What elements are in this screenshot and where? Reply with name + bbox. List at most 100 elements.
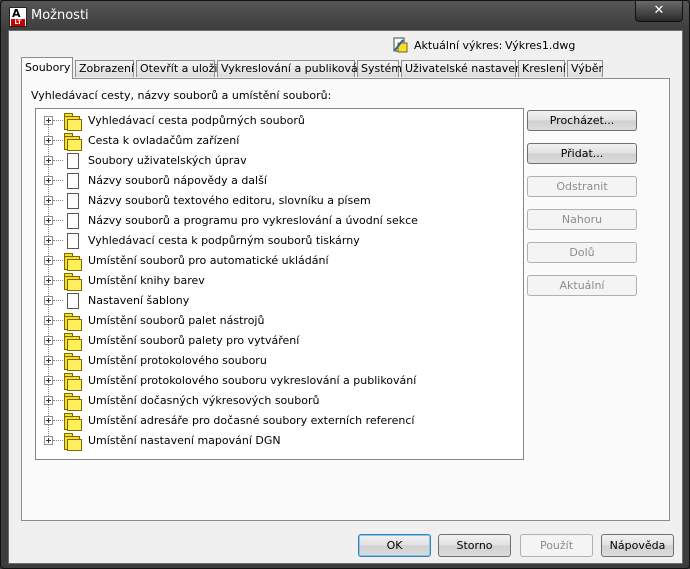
tree-connector bbox=[53, 260, 63, 261]
tree-item[interactable]: Názvy souborů textového editoru, slovník… bbox=[36, 191, 523, 211]
folder-icon bbox=[63, 352, 82, 371]
expand-icon[interactable] bbox=[44, 436, 53, 445]
expand-icon[interactable] bbox=[44, 116, 53, 125]
move-up-button[interactable]: Nahoru bbox=[527, 209, 637, 230]
tab-soubory[interactable]: Soubory bbox=[21, 57, 73, 79]
tree-item[interactable]: Umístění knihy barev bbox=[36, 271, 523, 291]
tree-item-label: Umístění souborů palety pro vytváření bbox=[88, 334, 300, 347]
tree-item[interactable]: Umístění protokolového souboru vykreslov… bbox=[36, 371, 523, 391]
tree-connector bbox=[53, 420, 63, 421]
document-icon bbox=[63, 292, 81, 310]
tree-item[interactable]: Umístění souborů pro automatické ukládán… bbox=[36, 251, 523, 271]
folder-icon bbox=[63, 372, 82, 391]
tree-connector bbox=[53, 340, 63, 341]
tree-connector bbox=[53, 120, 63, 121]
tree-item-label: Názvy souborů nápovědy a další bbox=[88, 174, 267, 187]
tab-otevrit-a-ulozit[interactable]: Otevřít a uložit bbox=[136, 60, 222, 77]
tree-item-label: Umístění protokolového souboru bbox=[88, 354, 267, 367]
expand-icon[interactable] bbox=[44, 356, 53, 365]
document-icon bbox=[63, 172, 81, 190]
tree-item[interactable]: Názvy souborů a programu pro vykreslován… bbox=[36, 211, 523, 231]
expand-icon[interactable] bbox=[44, 296, 53, 305]
expand-icon[interactable] bbox=[44, 196, 53, 205]
tree-connector bbox=[53, 220, 63, 221]
close-icon: ✕ bbox=[653, 3, 665, 18]
tree-item[interactable]: Umístění souborů palety pro vytváření bbox=[36, 331, 523, 351]
file-paths-tree[interactable]: Vyhledávací cesta podpůrných souborů Cest… bbox=[35, 108, 524, 460]
window-title: Možnosti bbox=[31, 8, 89, 23]
document-icon bbox=[63, 232, 81, 250]
tree-item-label: Vyhledávací cesta k podpůrným souborů ti… bbox=[88, 234, 360, 247]
expand-icon[interactable] bbox=[44, 156, 53, 165]
tree-item[interactable]: Umístění nastavení mapování DGN bbox=[36, 431, 523, 451]
files-section-label: Vyhledávací cesty, názvy souborů a umíst… bbox=[31, 89, 332, 102]
set-current-button[interactable]: Aktuální bbox=[527, 275, 637, 296]
tree-item[interactable]: Umístění adresáře pro dočasné soubory ex… bbox=[36, 411, 523, 431]
drawing-icon bbox=[393, 37, 408, 53]
tab-vyber[interactable]: Výběr bbox=[567, 60, 603, 77]
expand-icon[interactable] bbox=[44, 316, 53, 325]
tree-connector bbox=[53, 160, 63, 161]
expand-icon[interactable] bbox=[44, 236, 53, 245]
tree-connector bbox=[53, 300, 63, 301]
expand-icon[interactable] bbox=[44, 396, 53, 405]
close-button[interactable]: ✕ bbox=[635, 1, 683, 22]
tree-item-label: Umístění souborů palet nástrojů bbox=[88, 314, 265, 327]
ok-button[interactable]: OK bbox=[358, 534, 431, 557]
tree-item[interactable]: Názvy souborů nápovědy a další bbox=[36, 171, 523, 191]
help-button[interactable]: Nápověda bbox=[601, 534, 674, 557]
current-drawing-label: Aktuální výkres: bbox=[414, 39, 503, 52]
tree-connector bbox=[53, 400, 63, 401]
folder-icon bbox=[63, 252, 82, 271]
tree-item[interactable]: Umístění protokolového souboru bbox=[36, 351, 523, 371]
folder-icon bbox=[63, 312, 82, 331]
tree-connector bbox=[53, 200, 63, 201]
document-icon bbox=[63, 152, 81, 170]
folder-icon bbox=[63, 332, 82, 351]
expand-icon[interactable] bbox=[44, 136, 53, 145]
tree-item[interactable]: Soubory uživatelských úprav bbox=[36, 151, 523, 171]
expand-icon[interactable] bbox=[44, 336, 53, 345]
tree-item[interactable]: Umístění dočasných výkresových souborů bbox=[36, 391, 523, 411]
tab-system[interactable]: Systém bbox=[357, 60, 402, 77]
folder-icon bbox=[63, 272, 82, 291]
tree-item-label: Názvy souborů a programu pro vykreslován… bbox=[88, 214, 418, 227]
expand-icon[interactable] bbox=[44, 416, 53, 425]
expand-icon[interactable] bbox=[44, 216, 53, 225]
add-button[interactable]: Přidat... bbox=[527, 143, 637, 164]
tab-kresleni[interactable]: Kreslení bbox=[518, 60, 566, 77]
tab-vykreslovani-a-publikovani[interactable]: Vykreslování a publikování bbox=[217, 60, 368, 77]
tree-item[interactable]: Umístění souborů palet nástrojů bbox=[36, 311, 523, 331]
document-icon bbox=[63, 212, 81, 230]
folder-icon bbox=[63, 392, 82, 411]
tree-item-label: Názvy souborů textového editoru, slovník… bbox=[88, 194, 371, 207]
tree-item-label: Umístění knihy barev bbox=[88, 274, 205, 287]
document-icon bbox=[63, 192, 81, 210]
tree-item[interactable]: Vyhledávací cesta k podpůrným souborů ti… bbox=[36, 231, 523, 251]
tree-item-label: Soubory uživatelských úprav bbox=[88, 154, 247, 167]
tree-connector bbox=[53, 280, 63, 281]
title-bar[interactable]: A LT Možnosti ✕ bbox=[1, 1, 689, 31]
expand-icon[interactable] bbox=[44, 256, 53, 265]
cancel-button[interactable]: Storno bbox=[438, 534, 511, 557]
expand-icon[interactable] bbox=[44, 376, 53, 385]
expand-icon[interactable] bbox=[44, 276, 53, 285]
autocad-lt-icon: A LT bbox=[9, 7, 27, 27]
tree-item[interactable]: Vyhledávací cesta podpůrných souborů bbox=[36, 111, 523, 131]
browse-button[interactable]: Procházet... bbox=[527, 110, 637, 131]
tree-connector bbox=[53, 240, 63, 241]
tree-connector bbox=[53, 180, 63, 181]
tree-item-label: Nastavení šablony bbox=[88, 294, 190, 307]
tab-uzivatelske-nastaveni[interactable]: Uživatelské nastavení bbox=[401, 60, 525, 77]
move-down-button[interactable]: Dolů bbox=[527, 242, 637, 263]
tree-item-label: Umístění dočasných výkresových souborů bbox=[88, 394, 320, 407]
remove-button[interactable]: Odstranit bbox=[527, 176, 637, 197]
tree-item[interactable]: Cesta k ovladačům zařízení bbox=[36, 131, 523, 151]
tree-item-label: Vyhledávací cesta podpůrných souborů bbox=[88, 114, 305, 127]
tree-item-label: Umístění nastavení mapování DGN bbox=[88, 434, 281, 447]
apply-button[interactable]: Použít bbox=[520, 534, 593, 557]
tab-zobrazeni[interactable]: Zobrazení bbox=[75, 60, 134, 77]
tree-item[interactable]: Nastavení šablony bbox=[36, 291, 523, 311]
expand-icon[interactable] bbox=[44, 176, 53, 185]
dialog-client-area: Aktuální výkres: Výkres1.dwg Soubory Zob… bbox=[8, 30, 683, 564]
